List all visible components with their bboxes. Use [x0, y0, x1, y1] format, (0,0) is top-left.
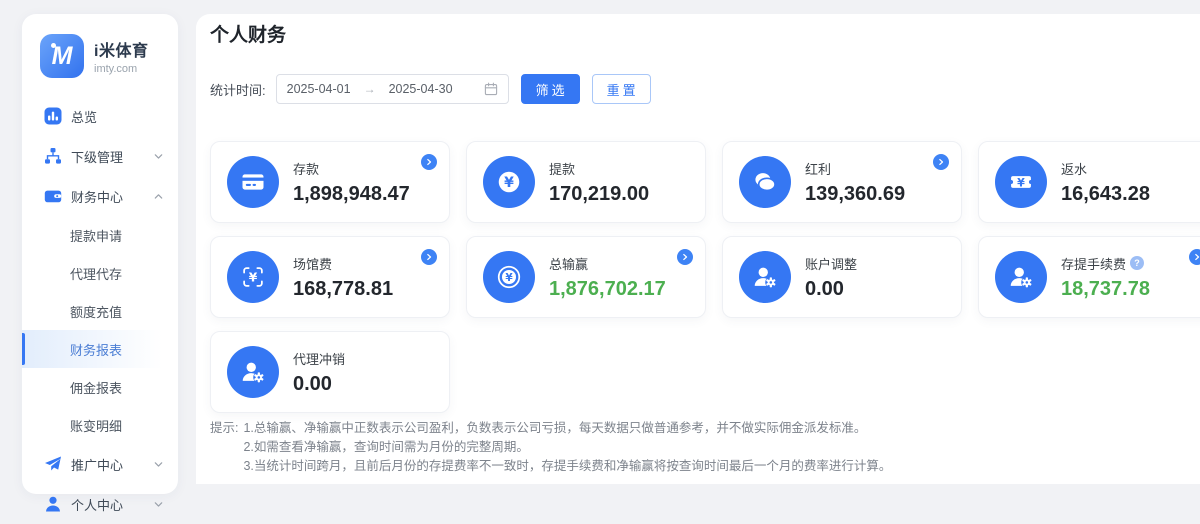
stat-card-label: 代理冲销: [293, 349, 345, 368]
sidebar-item-label: 下级管理: [71, 147, 123, 166]
stat-card-value: 16,643.28: [1061, 183, 1150, 206]
stat-card-icon: [995, 251, 1047, 303]
user-icon: [44, 495, 62, 513]
notes-prefix: 提示:: [210, 419, 238, 476]
page-title: 个人财务: [210, 24, 1200, 48]
reset-button[interactable]: 重置: [592, 74, 651, 104]
stat-card-account-adjustment: 账户调整 ? 0.00: [722, 236, 962, 318]
stat-card-venue-fee: 场馆费 ? 168,778.81: [210, 236, 450, 318]
card-arrow-icon[interactable]: [1189, 249, 1200, 265]
stat-card-agent-writeoff: 代理冲销 ? 0.00: [210, 331, 450, 413]
stat-card-icon: [227, 156, 279, 208]
card-arrow-icon[interactable]: [677, 249, 693, 265]
sidebar-item-promotion-center[interactable]: 推广中心: [22, 444, 178, 484]
stat-card-rebate: 返水 ? 16,643.28: [978, 141, 1200, 223]
sidebar-item-quota-recharge[interactable]: 额度充值: [22, 292, 178, 330]
sidebar-item-agent-deposit[interactable]: 代理代存: [22, 254, 178, 292]
sidebar-item-commission-report[interactable]: 佣金报表: [22, 368, 178, 406]
stat-card-label: 总输赢: [549, 254, 588, 273]
stat-card-label: 红利: [805, 159, 831, 178]
sidebar-menu: 总览 下级管理 财务中心 提款申请 代理代存 额度充值 财务报表 佣金报表 账变…: [22, 96, 178, 524]
sidebar-item-financial-report[interactable]: 财务报表: [22, 330, 178, 368]
stat-card-icon: [739, 251, 791, 303]
sidebar-item-label: 财务中心: [71, 187, 123, 206]
stat-card-icon: [483, 156, 535, 208]
stat-card-deposit-withdrawal-fee: 存提手续费 ? 18,737.78: [978, 236, 1200, 318]
stat-card-value: 1,898,948.47: [293, 183, 410, 206]
stat-card-icon: [227, 346, 279, 398]
stat-card-icon: [739, 156, 791, 208]
wallet-icon: [44, 187, 62, 205]
stat-card-icon: [995, 156, 1047, 208]
stat-card-value: 18,737.78: [1061, 278, 1150, 301]
sidebar-item-personal-center[interactable]: 个人中心: [22, 484, 178, 524]
stat-card-value: 0.00: [805, 278, 857, 301]
sidebar-item-withdrawal-request[interactable]: 提款申请: [22, 216, 178, 254]
sidebar-item-label: 佣金报表: [70, 378, 122, 397]
stat-card-icon: [483, 251, 535, 303]
stat-card-label: 账户调整: [805, 254, 857, 273]
stat-card-value: 168,778.81: [293, 278, 393, 301]
stat-card-label: 存提手续费: [1061, 254, 1126, 273]
sidebar-item-label: 推广中心: [71, 455, 123, 474]
card-arrow-icon[interactable]: [933, 154, 949, 170]
note-line: 3.当统计时间跨月，且前后月份的存提费率不一致时，存提手续费和净输赢将按查询时间…: [243, 457, 891, 476]
stat-card-bonus: 红利 ? 139,360.69: [722, 141, 962, 223]
sitemap-icon: [44, 147, 62, 165]
sidebar-item-label: 账变明细: [70, 416, 122, 435]
chevron-down-icon: [153, 151, 164, 162]
sidebar-item-finance-center[interactable]: 财务中心: [22, 176, 178, 216]
date-range-input[interactable]: 2025-04-01 → 2025-04-30: [276, 74, 509, 104]
sidebar-item-account-changes[interactable]: 账变明细: [22, 406, 178, 444]
sidebar-item-subordinate-management[interactable]: 下级管理: [22, 136, 178, 176]
stat-card-value: 1,876,702.17: [549, 278, 666, 301]
stat-card-value: 170,219.00: [549, 183, 649, 206]
stat-card-label: 提款: [549, 159, 575, 178]
chevron-up-icon: [153, 191, 164, 202]
stat-card-label: 存款: [293, 159, 319, 178]
sidebar-item-label: 提款申请: [70, 226, 122, 245]
note-line: 2.如需查看净输赢，查询时间需为月份的完整周期。: [243, 438, 891, 457]
help-icon[interactable]: ?: [1130, 256, 1144, 270]
filter-label: 统计时间:: [210, 80, 266, 99]
chevron-down-icon: [153, 459, 164, 470]
stat-card-icon: [227, 251, 279, 303]
note-line: 1.总输赢、净输赢中正数表示公司盈利，负数表示公司亏损，每天数据只做普通参考，并…: [243, 419, 891, 438]
stat-card-deposit: 存款 ? 1,898,948.47: [210, 141, 450, 223]
sidebar-item-label: 额度充值: [70, 302, 122, 321]
sidebar: M i米体育 imty.com 总览 下级管理 财务中心 提款申请 代理代存 额…: [22, 14, 178, 494]
brand-domain: imty.com: [94, 63, 148, 75]
stat-card-label: 场馆费: [293, 254, 332, 273]
sidebar-item-overview[interactable]: 总览: [22, 96, 178, 136]
calendar-icon[interactable]: [484, 82, 498, 96]
brand-logo-icon: M: [40, 34, 84, 78]
paper-plane-icon: [44, 455, 62, 473]
stat-card-total-winloss: 总输赢 ? 1,876,702.17: [466, 236, 706, 318]
cards-grid: 存款 ? 1,898,948.47 提款 ? 170,219.00: [210, 141, 1200, 413]
range-separator: →: [364, 82, 376, 96]
card-arrow-icon[interactable]: [421, 154, 437, 170]
filter-bar: 统计时间: 2025-04-01 → 2025-04-30 筛选 重置: [210, 74, 1200, 104]
sidebar-item-label: 个人中心: [71, 495, 123, 514]
card-arrow-icon[interactable]: [421, 249, 437, 265]
stat-card-withdrawal: 提款 ? 170,219.00: [466, 141, 706, 223]
main-panel: 个人财务 统计时间: 2025-04-01 → 2025-04-30 筛选 重置…: [196, 14, 1200, 484]
sidebar-item-label: 代理代存: [70, 264, 122, 283]
chevron-down-icon: [153, 499, 164, 510]
logo-dot: [51, 43, 56, 48]
sidebar-item-label: 总览: [71, 107, 97, 126]
stat-card-value: 139,360.69: [805, 183, 905, 206]
stat-card-label: 返水: [1061, 159, 1087, 178]
brand-logo[interactable]: M i米体育 imty.com: [22, 14, 178, 78]
bar-chart-icon: [44, 107, 62, 125]
filter-button[interactable]: 筛选: [521, 74, 580, 104]
brand-name: i米体育: [94, 37, 148, 61]
end-date-value[interactable]: 2025-04-30: [389, 82, 453, 96]
start-date-value[interactable]: 2025-04-01: [287, 82, 351, 96]
sidebar-item-label: 财务报表: [70, 340, 122, 359]
stat-card-value: 0.00: [293, 373, 345, 396]
notes: 提示: 1.总输赢、净输赢中正数表示公司盈利，负数表示公司亏损，每天数据只做普通…: [210, 419, 1200, 476]
